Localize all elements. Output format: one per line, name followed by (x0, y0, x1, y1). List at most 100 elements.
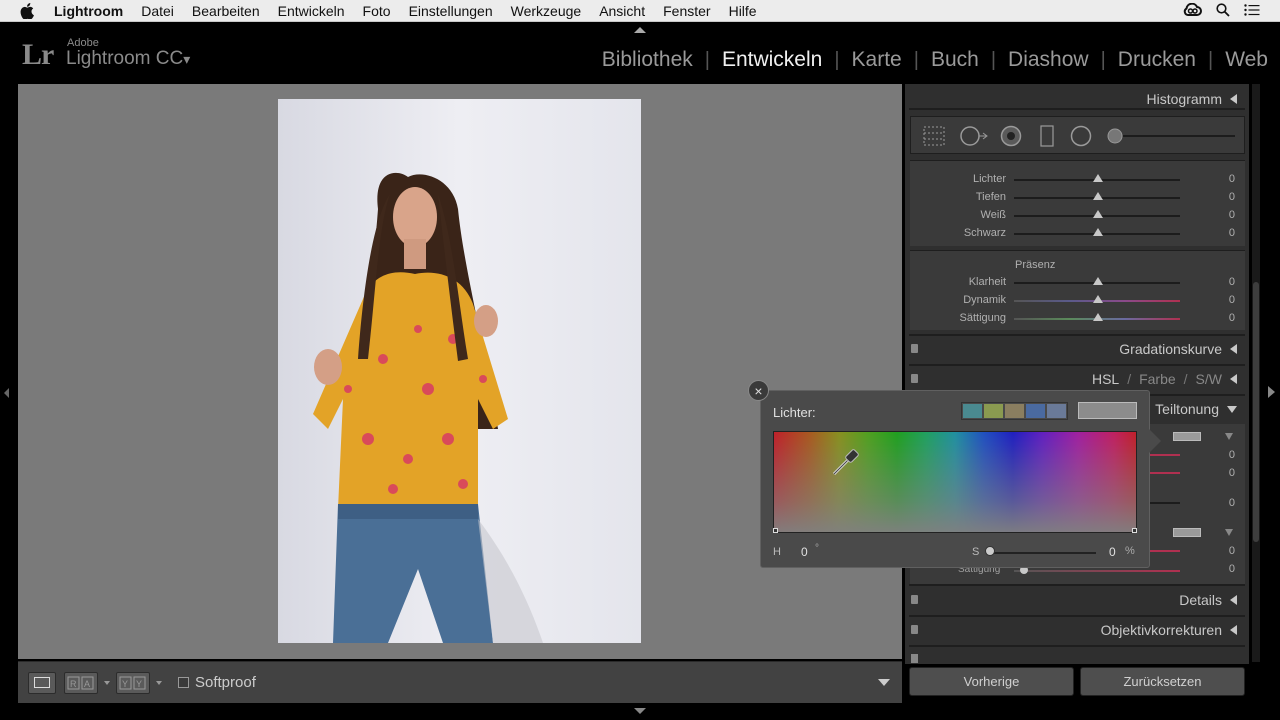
panel-toggle-switch[interactable] (911, 595, 918, 604)
menu-datei[interactable]: Datei (141, 3, 174, 19)
apple-icon[interactable] (20, 2, 40, 19)
image-canvas[interactable] (18, 84, 902, 659)
slider-thumb[interactable] (1093, 228, 1103, 236)
before-after-dropdown-icon[interactable] (104, 681, 110, 685)
spot-removal-tool-icon[interactable] (959, 125, 989, 152)
tool-strip-slider[interactable] (1123, 135, 1235, 137)
split-value-3[interactable]: 0 (1215, 497, 1235, 509)
slider-schwarz[interactable]: Schwarz 0 (910, 225, 1245, 243)
split-track-5[interactable] (1014, 570, 1180, 572)
slider-thumb[interactable] (1093, 295, 1103, 303)
softproof-checkbox[interactable] (178, 677, 189, 688)
expand-left-panel-icon[interactable] (4, 388, 9, 398)
graduated-filter-icon[interactable] (1040, 125, 1054, 152)
gradation-curve-header[interactable]: Gradationskurve (905, 334, 1249, 364)
red-eye-tool-icon[interactable] (1000, 125, 1022, 152)
before-after-swap-button[interactable]: YY (116, 672, 150, 694)
slider-thumb[interactable] (1093, 277, 1103, 285)
split-value-1[interactable]: 0 (1215, 449, 1235, 461)
split-track-2[interactable] (1150, 472, 1180, 474)
preset-swatch-2[interactable] (984, 404, 1003, 418)
menu-hilfe[interactable]: Hilfe (729, 3, 757, 19)
slider-value[interactable]: 0 (1215, 173, 1235, 185)
radial-filter-icon[interactable] (1070, 125, 1092, 152)
slider-value[interactable]: 0 (1215, 209, 1235, 221)
menu-ansicht[interactable]: Ansicht (599, 3, 645, 19)
sw-tab[interactable]: S/W (1196, 371, 1222, 387)
slider-lichter[interactable]: Lichter 0 (910, 171, 1245, 189)
collapse-top-panel-icon[interactable] (634, 27, 646, 33)
right-panel-scrollbar[interactable] (1252, 84, 1260, 662)
menu-entwickeln[interactable]: Entwickeln (278, 3, 345, 19)
hue-saturation-field[interactable] (773, 431, 1137, 533)
highlight-color-swatch[interactable] (1173, 432, 1201, 441)
slider-klarheit[interactable]: Klarheit 0 (910, 274, 1245, 292)
split-value-4[interactable]: 0 (1215, 545, 1235, 557)
collapse-filmstrip-icon[interactable] (634, 708, 646, 714)
preset-swatch-3[interactable] (1005, 404, 1024, 418)
slider-thumb[interactable] (1093, 192, 1103, 200)
slider-thumb[interactable] (1093, 174, 1103, 182)
split-track-4[interactable] (1150, 550, 1180, 552)
slider-value[interactable]: 0 (1215, 276, 1235, 288)
saturation-value[interactable]: 0 (1109, 545, 1116, 559)
slider-tiefen[interactable]: Tiefen 0 (910, 189, 1245, 207)
loupe-view-button[interactable] (28, 672, 56, 694)
menu-werkzeuge[interactable]: Werkzeuge (511, 3, 582, 19)
panel-toggle-switch[interactable] (911, 374, 918, 383)
preset-swatch-5[interactable] (1047, 404, 1066, 418)
split-track-3[interactable] (1150, 502, 1180, 504)
slider-value[interactable]: 0 (1215, 294, 1235, 306)
softproof-toggle[interactable]: Softproof (178, 674, 256, 691)
module-drucken[interactable]: Drucken (1106, 48, 1208, 72)
eyedropper-icon[interactable] (830, 444, 864, 483)
notification-center-icon[interactable] (1244, 3, 1260, 19)
shadow-color-swatch[interactable] (1173, 528, 1201, 537)
split-value-2[interactable]: 0 (1215, 467, 1235, 479)
module-buch[interactable]: Buch (919, 48, 991, 72)
slider-value[interactable]: 0 (1215, 312, 1235, 324)
creative-cloud-icon[interactable] (1182, 2, 1202, 20)
preset-swatch-1[interactable] (963, 404, 982, 418)
reset-button[interactable]: Zurücksetzen (1080, 667, 1245, 696)
shadow-color-menu-icon[interactable] (1225, 529, 1233, 536)
slider-saettigung[interactable]: Sättigung 0 (910, 310, 1245, 328)
scrollbar-thumb[interactable] (1253, 282, 1259, 542)
before-after-lr-button[interactable]: RA (64, 672, 98, 694)
slider-value[interactable]: 0 (1215, 191, 1235, 203)
lens-corrections-header[interactable]: Objektivkorrekturen (905, 615, 1249, 645)
close-icon[interactable]: × (748, 380, 769, 401)
slider-thumb[interactable] (1093, 313, 1103, 321)
saturation-slider-track[interactable] (989, 552, 1096, 554)
menu-fenster[interactable]: Fenster (663, 3, 710, 19)
collapse-right-panel-icon[interactable] (1268, 386, 1275, 398)
module-entwickeln[interactable]: Entwickeln (710, 48, 834, 72)
crop-tool-icon[interactable] (923, 126, 945, 151)
slider-weiss[interactable]: Weiß 0 (910, 207, 1245, 225)
slider-thumb[interactable] (1093, 210, 1103, 218)
menu-einstellungen[interactable]: Einstellungen (409, 3, 493, 19)
toolbar-options-dropdown-icon[interactable] (878, 679, 890, 686)
preset-swatch-4[interactable] (1026, 404, 1045, 418)
module-bibliothek[interactable]: Bibliothek (590, 48, 705, 72)
split-value-5[interactable]: 0 (1215, 563, 1235, 575)
split-track-1[interactable] (1150, 454, 1180, 456)
previous-button[interactable]: Vorherige (909, 667, 1074, 696)
product-name[interactable]: Lightroom CC▾ (66, 48, 190, 70)
adjustment-brush-icon[interactable] (1107, 128, 1123, 149)
photo-preview[interactable] (278, 99, 641, 643)
menu-app-name[interactable]: Lightroom (54, 3, 123, 19)
hsl-tab[interactable]: HSL (1092, 371, 1119, 387)
menu-foto[interactable]: Foto (363, 3, 391, 19)
spotlight-search-icon[interactable] (1216, 2, 1230, 20)
module-web[interactable]: Web (1213, 48, 1268, 72)
highlight-color-menu-icon[interactable] (1225, 433, 1233, 440)
module-karte[interactable]: Karte (840, 48, 914, 72)
panel-toggle-switch[interactable] (911, 625, 918, 634)
farbe-tab[interactable]: Farbe (1139, 371, 1176, 387)
saturation-slider-thumb[interactable] (985, 546, 995, 556)
module-diashow[interactable]: Diashow (996, 48, 1101, 72)
transform-header-partial[interactable] (911, 654, 918, 663)
hue-value[interactable]: 0 (801, 545, 808, 559)
slider-value[interactable]: 0 (1215, 227, 1235, 239)
